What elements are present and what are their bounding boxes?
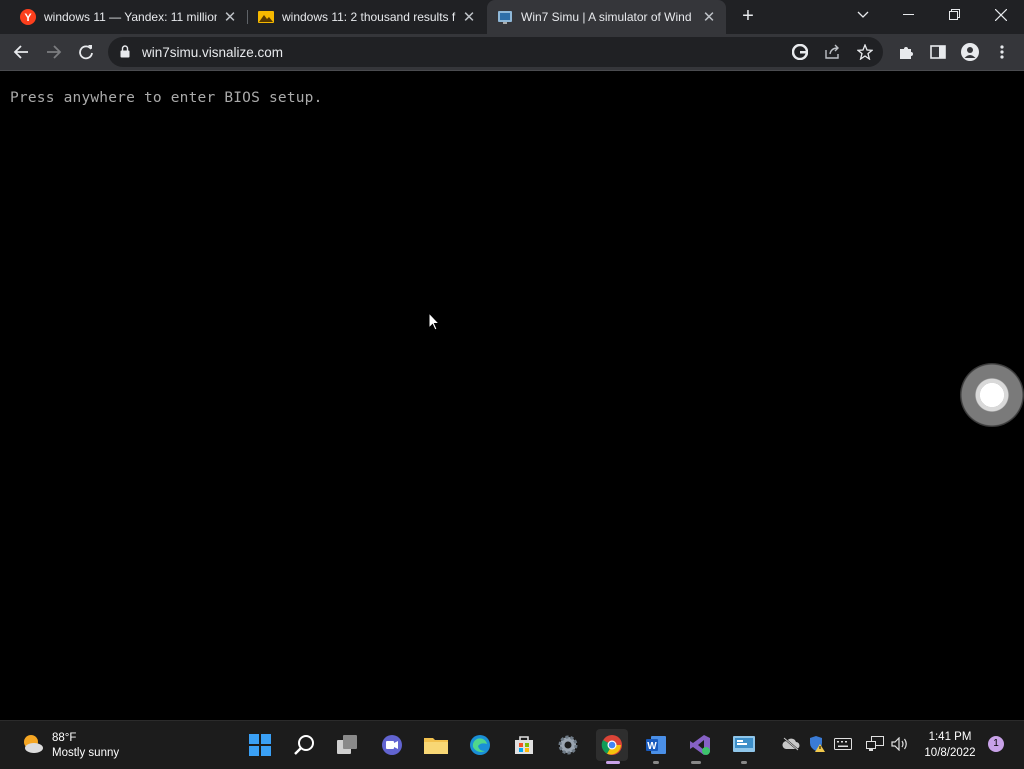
svg-text:Y: Y (24, 12, 32, 24)
onedrive-offline-icon[interactable] (782, 735, 800, 753)
word-running-indicator (653, 761, 659, 764)
vs-running-indicator (691, 761, 701, 764)
close-window-icon[interactable] (978, 0, 1024, 30)
network-icon[interactable] (866, 735, 884, 753)
control-panel-icon[interactable] (728, 729, 760, 761)
extensions-icon[interactable] (894, 40, 918, 64)
tab-strip: Y windows 11 — Yandex: 11 million ✕ wind… (0, 0, 1024, 34)
settings-gear-icon[interactable] (552, 729, 584, 761)
weather-temp: 88°F (52, 732, 77, 744)
chrome-icon[interactable] (596, 729, 628, 761)
teams-chat-icon[interactable] (376, 729, 408, 761)
taskbar: 88°F Mostly sunny W 1:41 PM 10/8/2022 (0, 720, 1024, 769)
restore-icon[interactable] (932, 0, 978, 30)
side-panel-icon[interactable] (926, 40, 950, 64)
tab-title: windows 11: 2 thousand results f (282, 10, 456, 24)
security-warning-icon[interactable] (808, 735, 826, 753)
bios-prompt-text: Press anywhere to enter BIOS setup. (10, 90, 323, 106)
chrome-running-indicator (606, 761, 620, 764)
tab-search-chevron-icon[interactable] (840, 0, 886, 30)
page-viewport[interactable]: Press anywhere to enter BIOS setup. (0, 71, 1024, 720)
mouse-cursor-icon (428, 311, 441, 336)
control-panel-running-indicator (741, 761, 747, 764)
system-clock[interactable]: 1:41 PM 10/8/2022 (918, 729, 982, 761)
win7simu-icon (497, 9, 513, 25)
edge-icon[interactable] (464, 729, 496, 761)
keyboard-icon[interactable] (834, 735, 852, 753)
yandex-images-icon (258, 9, 274, 25)
start-button[interactable] (244, 729, 276, 761)
share-icon[interactable] (824, 44, 840, 65)
notification-badge[interactable]: 1 (988, 736, 1004, 752)
close-tab-icon[interactable]: ✕ (702, 8, 716, 26)
floating-action-button[interactable] (960, 363, 1024, 427)
file-explorer-icon[interactable] (420, 729, 452, 761)
yandex-icon: Y (20, 9, 36, 25)
profile-avatar-icon[interactable] (958, 40, 982, 64)
microsoft-store-icon[interactable] (508, 729, 540, 761)
forward-arrow-icon[interactable] (42, 40, 66, 64)
google-lens-icon[interactable] (791, 43, 809, 65)
volume-icon[interactable] (891, 735, 909, 753)
sun-cloud-icon (20, 732, 44, 761)
close-tab-icon[interactable]: ✕ (462, 8, 476, 26)
visual-studio-icon[interactable] (684, 729, 716, 761)
new-tab-button[interactable]: + (737, 5, 759, 27)
close-tab-icon[interactable]: ✕ (223, 8, 237, 26)
menu-kebab-icon[interactable] (990, 40, 1014, 64)
weather-widget[interactable]: 88°F Mostly sunny (20, 731, 119, 761)
bookmark-star-icon[interactable] (856, 43, 874, 65)
tab-yandex-images[interactable]: windows 11: 2 thousand results f ✕ (248, 0, 486, 34)
clock-date: 10/8/2022 (924, 747, 976, 759)
word-icon[interactable]: W (640, 729, 672, 761)
address-bar[interactable]: win7simu.visnalize.com (108, 37, 883, 67)
svg-text:W: W (647, 741, 657, 752)
task-view-icon[interactable] (332, 729, 364, 761)
tab-title: windows 11 — Yandex: 11 million (44, 10, 217, 24)
reload-icon[interactable] (74, 40, 98, 64)
url-text: win7simu.visnalize.com (142, 45, 284, 60)
weather-condition: Mostly sunny (52, 747, 120, 759)
back-arrow-icon[interactable] (9, 40, 33, 64)
minimize-icon[interactable] (886, 0, 932, 30)
search-icon[interactable] (288, 729, 320, 761)
tab-win7simu[interactable]: Win7 Simu | A simulator of Wind ✕ (487, 0, 726, 34)
tab-title: Win7 Simu | A simulator of Wind (521, 10, 692, 24)
tab-yandex-search[interactable]: Y windows 11 — Yandex: 11 million ✕ (0, 0, 247, 34)
clock-time: 1:41 PM (928, 731, 972, 743)
lock-icon[interactable] (120, 45, 130, 63)
browser-toolbar: win7simu.visnalize.com (0, 34, 1024, 71)
